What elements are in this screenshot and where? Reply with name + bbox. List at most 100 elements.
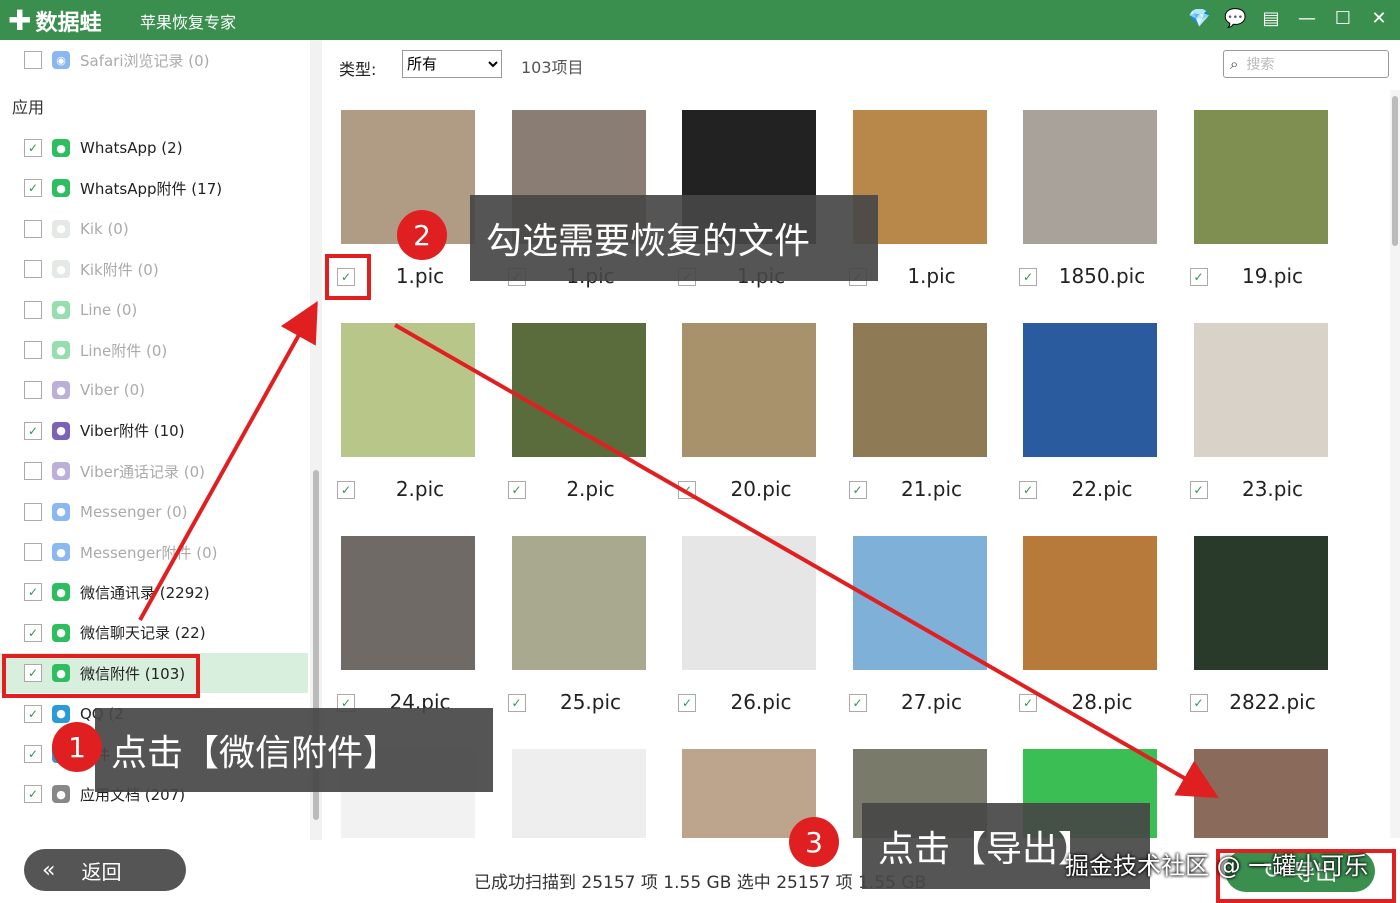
file-thumbnail[interactable] xyxy=(1193,323,1328,457)
file-checkbox[interactable]: ✓ xyxy=(1189,481,1208,499)
file-tile[interactable]: ✓ 23.pic xyxy=(1178,303,1338,503)
grid-scrollbar[interactable] xyxy=(1390,90,1400,838)
file-checkbox[interactable]: ✓ xyxy=(507,481,526,499)
sidebar-item-label: Line附件 (0) xyxy=(80,341,168,360)
sidebar-item[interactable]: ✓ ● WhatsApp附件 (17) xyxy=(0,168,308,208)
checkbox[interactable]: ✓ xyxy=(24,745,42,763)
vip-icon[interactable]: 💎 xyxy=(1188,8,1210,29)
file-checkbox[interactable]: ✓ xyxy=(507,694,526,712)
checkbox[interactable]: ✓ xyxy=(24,623,42,642)
file-tile[interactable]: ✓ 2822.pic xyxy=(1178,516,1338,716)
close-button[interactable]: ✕ xyxy=(1368,8,1390,29)
file-thumbnail[interactable] xyxy=(852,323,987,457)
checkbox[interactable] xyxy=(24,341,42,359)
file-checkbox[interactable]: ✓ xyxy=(1019,268,1037,286)
file-tile[interactable] xyxy=(496,729,656,838)
file-tile[interactable]: ✓ 26.pic xyxy=(666,516,826,716)
file-checkbox[interactable]: ✓ xyxy=(678,694,696,712)
file-checkbox[interactable]: ✓ xyxy=(1189,268,1208,286)
file-thumbnail[interactable] xyxy=(511,749,646,838)
file-thumbnail[interactable] xyxy=(1023,110,1157,244)
checkbox[interactable]: ✓ xyxy=(24,179,42,198)
checkbox[interactable] xyxy=(24,543,42,561)
file-tile[interactable]: ✓ 19.pic xyxy=(1178,90,1338,290)
type-select[interactable]: 所有 xyxy=(402,50,502,78)
callout-step2: 勾选需要恢复的文件 xyxy=(470,195,878,281)
feedback-icon[interactable]: 💬 xyxy=(1224,8,1246,29)
sidebar-item[interactable]: ● Messenger (0) xyxy=(0,492,308,532)
sidebar-item[interactable]: ✓ ● 微信聊天记录 (22) xyxy=(0,613,308,653)
file-name: 1.pic xyxy=(395,264,445,288)
file-checkbox[interactable]: ✓ xyxy=(848,694,867,712)
file-tile[interactable] xyxy=(1178,729,1338,838)
checkbox[interactable]: ✓ xyxy=(24,139,42,157)
file-checkbox[interactable]: ✓ xyxy=(1189,694,1208,712)
file-thumbnail[interactable] xyxy=(1193,536,1328,670)
maximize-button[interactable]: ☐ xyxy=(1332,8,1354,29)
sidebar-item[interactable]: ● Messenger附件 (0) xyxy=(0,532,308,572)
file-tile[interactable]: ✓ 21.pic xyxy=(837,303,997,503)
sidebar-item[interactable]: ● Viber (0) xyxy=(0,370,308,410)
file-checkbox[interactable]: ✓ xyxy=(1019,481,1037,499)
file-tile[interactable]: ✓ 22.pic xyxy=(1007,303,1167,503)
search-input[interactable]: ⌕ 搜索 xyxy=(1223,50,1389,78)
file-tile[interactable]: ✓ 2.pic xyxy=(325,303,485,503)
sidebar-item[interactable]: ● Viber通话记录 (0) xyxy=(0,451,308,491)
menu-icon[interactable]: ▤ xyxy=(1260,8,1282,29)
back-label: 返回 xyxy=(81,859,122,884)
sidebar-item[interactable]: ● Kik附件 (0) xyxy=(0,249,308,289)
sidebar-item[interactable]: ● Line附件 (0) xyxy=(0,330,308,370)
checkbox[interactable] xyxy=(24,502,42,521)
sidebar-item[interactable]: ✓ ● WhatsApp (2) xyxy=(0,128,308,168)
file-tile[interactable]: ✓ 2.pic xyxy=(496,303,656,503)
checkbox[interactable] xyxy=(24,381,42,400)
file-checkbox[interactable]: ✓ xyxy=(848,481,867,499)
sidebar-item[interactable]: ✓ ● Viber附件 (10) xyxy=(0,411,308,451)
file-thumbnail[interactable] xyxy=(852,536,987,670)
highlight-wechat-attachments xyxy=(2,654,200,698)
checkbox[interactable] xyxy=(24,51,42,69)
sidebar-item[interactable]: ● Kik (0) xyxy=(0,209,308,249)
file-thumbnail[interactable] xyxy=(1023,536,1157,670)
file-tile[interactable]: ✓ 1850.pic xyxy=(1007,90,1167,290)
file-name: 1850.pic xyxy=(1058,264,1146,288)
checkbox[interactable]: ✓ xyxy=(24,704,42,723)
file-thumbnail[interactable] xyxy=(341,536,475,670)
checkbox[interactable] xyxy=(24,260,42,279)
file-tile[interactable]: ✓ 25.pic xyxy=(496,516,656,716)
file-checkbox[interactable]: ✓ xyxy=(1019,694,1037,712)
file-thumbnail[interactable] xyxy=(682,323,816,457)
file-tile[interactable]: ✓ 20.pic xyxy=(666,303,826,503)
checkbox[interactable] xyxy=(24,219,42,238)
watermark: 掘金技术社区 @ 一罐小可乐 xyxy=(1065,852,1369,880)
file-thumbnail[interactable] xyxy=(511,323,646,457)
file-name: 1.pic xyxy=(907,264,956,288)
file-tile[interactable]: ✓ 27.pic xyxy=(837,516,997,716)
checkbox[interactable] xyxy=(24,300,42,319)
app-logo: ✚ 数据蛙 xyxy=(8,4,101,37)
sidebar-item[interactable]: ● Line (0) xyxy=(0,290,308,330)
checkbox[interactable]: ✓ xyxy=(24,421,42,440)
app-icon: ● xyxy=(52,219,70,238)
file-tile[interactable]: ✓ 24.pic xyxy=(325,516,485,716)
file-checkbox[interactable]: ✓ xyxy=(337,481,355,499)
file-thumbnail[interactable] xyxy=(511,536,646,670)
file-tile[interactable]: ✓ 28.pic xyxy=(1007,516,1167,716)
checkbox[interactable]: ✓ xyxy=(24,583,42,602)
checkbox[interactable] xyxy=(24,462,42,481)
sidebar-item-safari-history[interactable]: ◉ Safari浏览记录 (0) xyxy=(0,40,308,80)
file-checkbox[interactable]: ✓ xyxy=(678,481,696,499)
file-thumbnail[interactable] xyxy=(682,536,816,670)
sidebar-item-label: Safari浏览记录 (0) xyxy=(80,51,210,70)
file-thumbnail[interactable] xyxy=(1023,323,1157,457)
minimize-button[interactable]: — xyxy=(1296,8,1318,29)
app-icon: ● xyxy=(52,381,70,400)
file-thumbnail[interactable] xyxy=(1193,749,1328,838)
sidebar-item[interactable]: ✓ ● 微信通讯录 (2292) xyxy=(0,572,308,612)
back-button[interactable]: « 返回 xyxy=(24,849,186,891)
file-thumbnail[interactable] xyxy=(1193,110,1328,244)
scroll-thumb[interactable] xyxy=(1392,96,1398,246)
file-thumbnail[interactable] xyxy=(341,323,475,457)
sidebar-item-label: Kik (0) xyxy=(80,219,129,238)
checkbox[interactable]: ✓ xyxy=(24,785,42,804)
